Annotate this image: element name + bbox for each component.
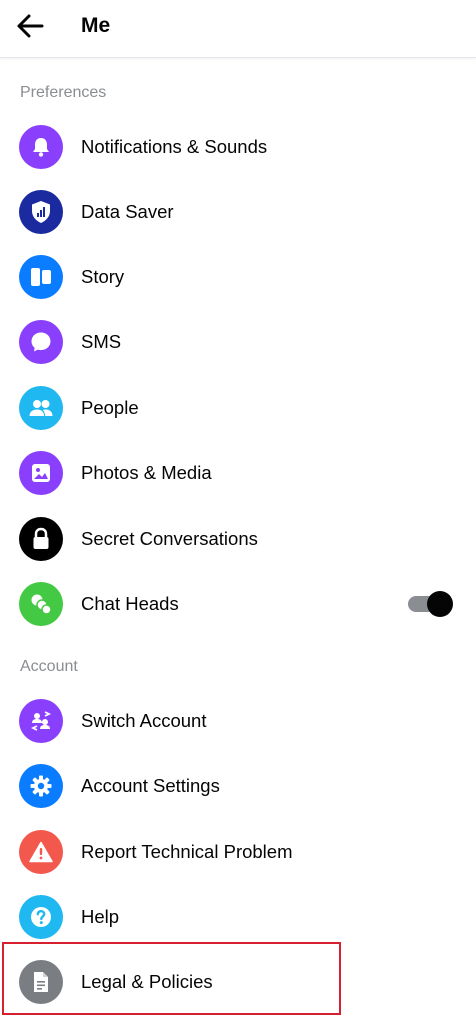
page-title: Me (81, 14, 111, 37)
menu-item-label: Photos & Media (81, 462, 212, 483)
menu-item-help[interactable]: Help (0, 887, 476, 947)
menu-item-sms[interactable]: SMS (0, 312, 476, 372)
question-icon (19, 895, 63, 939)
menu-item-label: Secret Conversations (81, 528, 258, 549)
menu-item-people[interactable]: People (0, 378, 476, 438)
bell-icon (19, 125, 63, 169)
menu-item-switch-account[interactable]: Switch Account (0, 691, 476, 751)
shield-signal-icon (19, 190, 63, 234)
menu-item-notifications-sounds[interactable]: Notifications & Sounds (0, 117, 476, 177)
people-icon (19, 386, 63, 430)
menu-item-label: SMS (81, 331, 122, 352)
menu-item-secret-conversations[interactable]: Secret Conversations (0, 509, 476, 569)
section-header-preferences: Preferences (20, 84, 107, 101)
story-icon (19, 255, 63, 299)
chat-heads-icon (19, 582, 63, 626)
switch-account-icon (19, 699, 63, 743)
photo-icon (19, 451, 63, 495)
top-app-bar: Me (0, 0, 476, 58)
chat-bubble-icon (19, 320, 63, 364)
lock-icon (19, 517, 63, 561)
highlight-box (2, 942, 341, 1015)
chat-heads-toggle[interactable] (406, 591, 454, 617)
menu-item-label: Report Technical Problem (81, 841, 293, 862)
menu-item-account-settings[interactable]: Account Settings (0, 756, 476, 816)
warning-icon (19, 830, 63, 874)
menu-item-label: People (81, 397, 139, 418)
menu-item-chat-heads[interactable]: Chat Heads (0, 574, 476, 634)
gear-icon (19, 764, 63, 808)
toggle-knob (427, 591, 453, 617)
menu-item-label: Account Settings (81, 775, 220, 796)
menu-item-label: Story (81, 266, 125, 287)
menu-item-label: Switch Account (81, 710, 207, 731)
section-header-account: Account (20, 658, 78, 675)
menu-item-report-technical-problem[interactable]: Report Technical Problem (0, 822, 476, 882)
back-button[interactable] (10, 8, 50, 44)
menu-item-label: Help (81, 906, 120, 927)
menu-item-label: Data Saver (81, 201, 174, 222)
arrow-left-icon (17, 14, 44, 38)
menu-item-label: Chat Heads (81, 593, 179, 614)
menu-item-label: Notifications & Sounds (81, 136, 268, 157)
menu-item-data-saver[interactable]: Data Saver (0, 182, 476, 242)
menu-item-photos-media[interactable]: Photos & Media (0, 443, 476, 503)
menu-item-story[interactable]: Story (0, 247, 476, 307)
